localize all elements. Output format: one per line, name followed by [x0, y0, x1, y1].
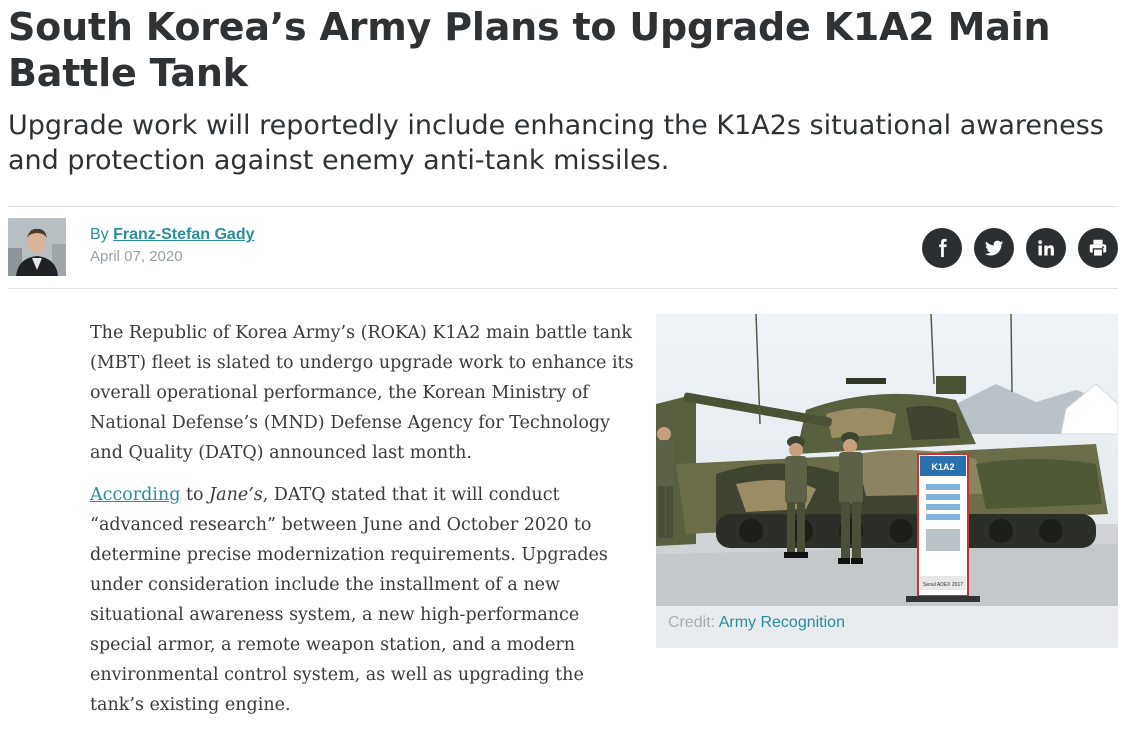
divider-bottom — [8, 288, 1118, 289]
author-block: By Franz-Stefan Gady April 07, 2020 — [90, 226, 254, 265]
sign-title: K1A2 — [931, 462, 954, 472]
linkedin-share-button[interactable] — [1026, 228, 1066, 268]
share-buttons — [922, 228, 1118, 268]
author-avatar[interactable] — [8, 218, 66, 276]
by-prefix: By — [90, 226, 114, 243]
print-icon — [1089, 239, 1107, 257]
facebook-share-button[interactable] — [922, 228, 962, 268]
tank-photo[interactable]: K1A2 Seoul ADEX 2017 — [656, 314, 1118, 606]
article-page: South Korea’s Army Plans to Upgrade K1A2… — [0, 0, 1145, 715]
sign-footer: Seoul ADEX 2017 — [923, 582, 963, 588]
twitter-share-button[interactable] — [974, 228, 1014, 268]
author-link[interactable]: Franz-Stefan Gady — [113, 226, 254, 243]
article-headline: South Korea’s Army Plans to Upgrade K1A2… — [8, 5, 1051, 95]
photo-caption: Credit: Army Recognition — [668, 614, 845, 632]
info-sign: K1A2 Seoul ADEX 2017 — [906, 453, 980, 602]
facebook-icon — [939, 238, 947, 258]
source-name: Jane’s — [209, 485, 263, 505]
tank-illustration: K1A2 Seoul ADEX 2017 — [656, 314, 1118, 606]
soldier-3 — [656, 427, 674, 538]
according-link[interactable]: According — [90, 485, 180, 505]
article-subheadline: Upgrade work will reportedly include enh… — [8, 110, 1104, 176]
article-body: The Republic of Korea Army’s (ROKA) K1A2… — [90, 318, 638, 732]
byline-text: By Franz-Stefan Gady — [90, 226, 254, 244]
print-button[interactable] — [1078, 228, 1118, 268]
credit-label: Credit: — [668, 614, 719, 631]
credit-source-link[interactable]: Army Recognition — [719, 614, 845, 631]
publish-date: April 07, 2020 — [90, 248, 183, 265]
byline: By Franz-Stefan Gady April 07, 2020 — [8, 218, 1118, 278]
linkedin-icon — [1038, 240, 1054, 256]
twitter-icon — [984, 240, 1004, 256]
article-paragraph: The Republic of Korea Army’s (ROKA) K1A2… — [90, 323, 634, 463]
article-figure: K1A2 Seoul ADEX 2017 Credit: Army Recogn… — [656, 314, 1118, 648]
author-photo — [8, 218, 66, 276]
divider-top — [8, 206, 1118, 207]
article-paragraph: According to Jane’s, DATQ stated that it… — [90, 485, 608, 715]
